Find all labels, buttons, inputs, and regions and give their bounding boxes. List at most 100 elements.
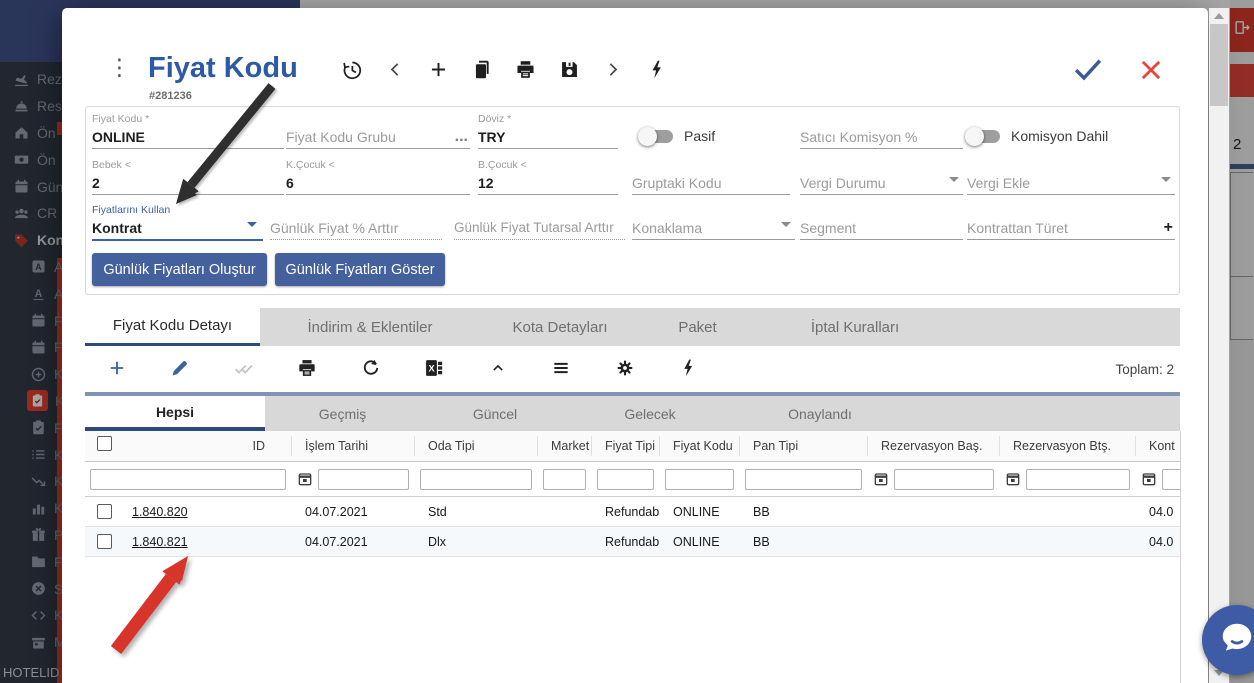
konaklama-select[interactable]: Konaklama [632,204,795,240]
kebab-menu-icon[interactable]: ⋮ [108,56,131,79]
komisyon-dahil-toggle[interactable]: Komisyon Dahil [967,128,1108,144]
gear-button[interactable] [593,355,657,385]
subtab-gelecek[interactable]: Gelecek [570,396,730,431]
column-header-Pan Tipi[interactable]: Pan Tipi [740,436,868,456]
print-button[interactable] [276,355,340,385]
scroll-up-arrow-icon[interactable] [1209,8,1229,24]
subtab-güncel[interactable]: Güncel [420,396,570,431]
plus-button[interactable] [85,355,149,385]
k-cocuk-field[interactable]: K.Çocuk < 6 [286,159,470,195]
filter-input-3[interactable] [420,469,532,490]
plus-button[interactable] [417,58,461,86]
field-value: Kontrat [92,217,263,241]
tab-fiyat-kodu-detayı[interactable]: Fiyat Kodu Detayı [85,308,260,346]
toggle-knob[interactable] [638,127,657,146]
filter-input-4[interactable] [543,469,586,490]
select-all-checkbox[interactable] [97,436,112,451]
scrollbar-thumb[interactable] [1210,24,1228,106]
chevron-up-button[interactable] [466,355,530,385]
edit-pencil-button[interactable] [149,355,213,385]
pasif-toggle[interactable]: Pasif [640,128,715,144]
total-count-label: Toplam: 2 [1115,362,1174,377]
column-header-Oda Tipi[interactable]: Oda Tipi [415,436,538,456]
print-button[interactable] [504,58,548,86]
tab-paket[interactable]: Paket [640,308,755,346]
row-checkbox[interactable] [97,504,112,519]
tab-i-ndirim-&-eklentiler[interactable]: İndirim & Eklentiler [260,308,480,346]
filter-input-8[interactable] [894,469,994,490]
chevron-right-button[interactable] [591,58,635,86]
filter-input-9[interactable] [1026,469,1130,490]
plus-icon[interactable]: + [1164,220,1173,236]
column-header-Fiyat Tipi[interactable]: Fiyat Tipi [592,436,660,456]
filter-input-6[interactable] [665,469,734,490]
chevron-up-icon [488,358,508,383]
lightning-button[interactable] [657,355,721,385]
copy-button[interactable] [461,58,505,86]
save-button[interactable] [548,58,592,86]
tab-i-ptal-kuralları[interactable]: İptal Kuralları [755,308,955,346]
history-button[interactable] [330,58,374,86]
history-icon [341,59,362,85]
tab-kota-detayları[interactable]: Kota Detayları [480,308,640,346]
filter-input-1[interactable] [90,469,286,490]
subtab-onaylandı[interactable]: Onaylandı [730,396,910,431]
column-header-Rezervasyon Btş.[interactable]: Rezervasyon Btş. [1000,436,1136,456]
row-checkbox[interactable] [97,534,112,549]
gruptaki-kodu-field[interactable]: Gruptaki Kodu [632,159,790,195]
calendar-filter-icon[interactable] [297,471,313,487]
cell-id[interactable]: 1.840.821 [125,535,292,549]
chevron-left-icon [385,59,406,85]
satici-komisyon-field[interactable]: Satıcı Komisyon % [800,113,963,149]
filter-input-2[interactable] [318,469,409,490]
column-header-Kont[interactable]: Kont [1136,436,1181,456]
table-row[interactable]: 1.840.82104.07.2021DlxRefundableONLINEBB… [85,527,1180,557]
fiyatlarini-kullan-select[interactable]: Fiyatlarını Kullan Kontrat [92,204,263,241]
field-placeholder: Gruptaki Kodu [632,172,790,195]
excel-button[interactable]: X [403,355,467,385]
lightning-icon [646,59,667,85]
subtab-hepsi[interactable]: Hepsi [85,396,265,431]
lightning-button[interactable] [635,58,679,86]
b-cocuk-field[interactable]: B.Çocuk < 12 [478,159,618,195]
toggle-track[interactable] [967,130,1000,143]
column-header-ID[interactable]: ID [125,436,292,456]
gunluk-fiyatlari-goster-button[interactable]: Günlük Fiyatları Göster [275,253,445,286]
kontrattan-turet-field[interactable]: Kontrattan Türet + [967,204,1175,240]
calendar-filter-icon[interactable] [1005,471,1021,487]
segment-field[interactable]: Segment [800,204,963,240]
table-row[interactable]: 1.840.82004.07.2021StdRefundableONLINEBB… [85,497,1180,527]
gunluk-fiyatlari-olustur-button[interactable]: Günlük Fiyatları Oluştur [92,253,267,286]
vergi-ekle-select[interactable]: Vergi Ekle [967,159,1175,195]
menu-button[interactable] [530,355,594,385]
fiyat-kodu-field[interactable]: Fiyat Kodu * ONLINE [92,113,284,149]
column-header-Rezervasyon Baş.[interactable]: Rezervasyon Baş. [868,436,1000,456]
gunluk-fiyat-yuzde-field[interactable]: Günlük Fiyat % Arttır [270,204,442,240]
vergi-durumu-select[interactable]: Vergi Durumu [800,159,963,195]
calendar-filter-icon[interactable] [873,471,889,487]
cell-kont: 04.0 [1136,505,1181,519]
fiyat-kodu-grubu-field[interactable]: Fiyat Kodu Grubu ... [286,113,470,149]
filter-input-10[interactable] [1162,469,1181,490]
toggle-knob[interactable] [965,127,984,146]
gunluk-fiyat-tutarsal-field[interactable]: Günlük Fiyat Tutarsal Arttır [454,204,625,240]
refresh-button[interactable] [339,355,403,385]
toggle-track[interactable] [640,130,673,143]
vertical-scrollbar[interactable] [1209,8,1229,683]
double-check-button[interactable] [212,355,276,385]
column-header-Market[interactable]: Market [538,436,592,456]
doviz-field[interactable]: Döviz * TRY [478,113,618,149]
toggle-label: Komisyon Dahil [1011,128,1108,144]
close-x-button[interactable] [1136,56,1166,84]
confirm-check-button[interactable] [1070,54,1106,86]
cell-id[interactable]: 1.840.820 [125,505,292,519]
column-header-Fiyat Kodu[interactable]: Fiyat Kodu [660,436,740,456]
ellipsis-lookup-icon[interactable]: ... [455,129,468,145]
filter-input-5[interactable] [597,469,654,490]
chevron-left-button[interactable] [374,58,418,86]
filter-input-7[interactable] [745,469,862,490]
bebek-field[interactable]: Bebek < 2 [92,159,284,195]
calendar-filter-icon[interactable] [1141,471,1157,487]
column-header-İşlem Tarihi[interactable]: İşlem Tarihi [292,436,415,456]
subtab-geçmiş[interactable]: Geçmiş [265,396,420,431]
